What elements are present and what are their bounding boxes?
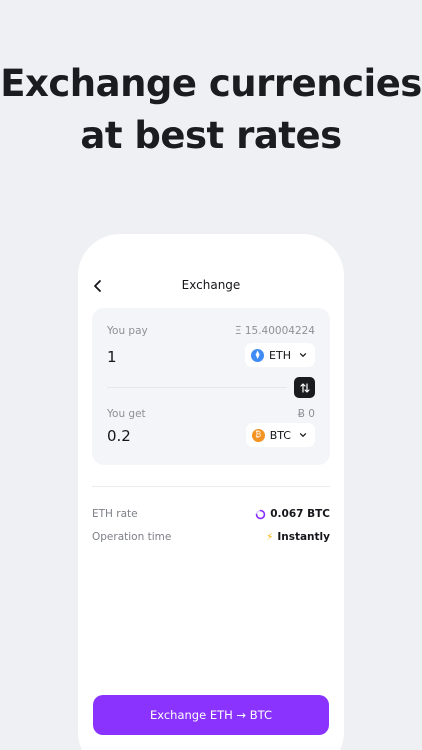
pay-coin-select[interactable]: ⧫ ETH (245, 343, 315, 367)
get-amount-input[interactable]: 0.2 (107, 427, 131, 445)
eth-rate-value: 0.067 BTC (255, 508, 330, 520)
eth-rate-amount: 0.067 BTC (270, 508, 330, 520)
exchange-card: You pay Ξ 15.40004224 1 ⧫ ETH You get Ƀ … (92, 308, 330, 465)
get-coin-label: BTC (269, 428, 291, 442)
operation-time-value: ⚡ Instantly (266, 531, 330, 543)
operation-time-text: Instantly (277, 531, 330, 543)
page-title: Exchange (181, 278, 241, 292)
chevron-down-icon (299, 353, 307, 357)
phone-screen: Exchange You pay Ξ 15.40004224 1 ⧫ ETH Y… (78, 234, 344, 750)
section-divider (92, 486, 330, 487)
card-divider (107, 387, 287, 388)
exchange-button[interactable]: Exchange ETH → BTC (93, 695, 329, 735)
eth-rate-label: ETH rate (92, 508, 138, 520)
nav-bar: Exchange (78, 274, 344, 298)
swap-arrows-icon (299, 382, 310, 393)
eth-coin-icon: ⧫ (251, 348, 265, 362)
headline-line-1: Exchange currencies (0, 62, 422, 105)
headline-line-2: at best rates (80, 114, 342, 157)
get-balance: Ƀ 0 (297, 408, 315, 420)
you-pay-label: You pay (107, 325, 148, 337)
pay-balance: Ξ 15.40004224 (234, 325, 315, 337)
lightning-icon: ⚡ (266, 531, 274, 543)
btc-coin-icon: ₿ (251, 428, 265, 442)
chevron-down-icon (299, 433, 307, 437)
headline: Exchange currencies at best rates (0, 58, 422, 162)
pay-amount-input[interactable]: 1 (107, 348, 117, 366)
you-get-label: You get (107, 408, 146, 420)
swap-button[interactable] (294, 377, 315, 398)
refresh-spinner-icon (255, 509, 266, 519)
pay-coin-label: ETH (269, 348, 291, 362)
get-coin-select[interactable]: ₿ BTC (245, 423, 315, 447)
operation-time-label: Operation time (92, 531, 172, 543)
